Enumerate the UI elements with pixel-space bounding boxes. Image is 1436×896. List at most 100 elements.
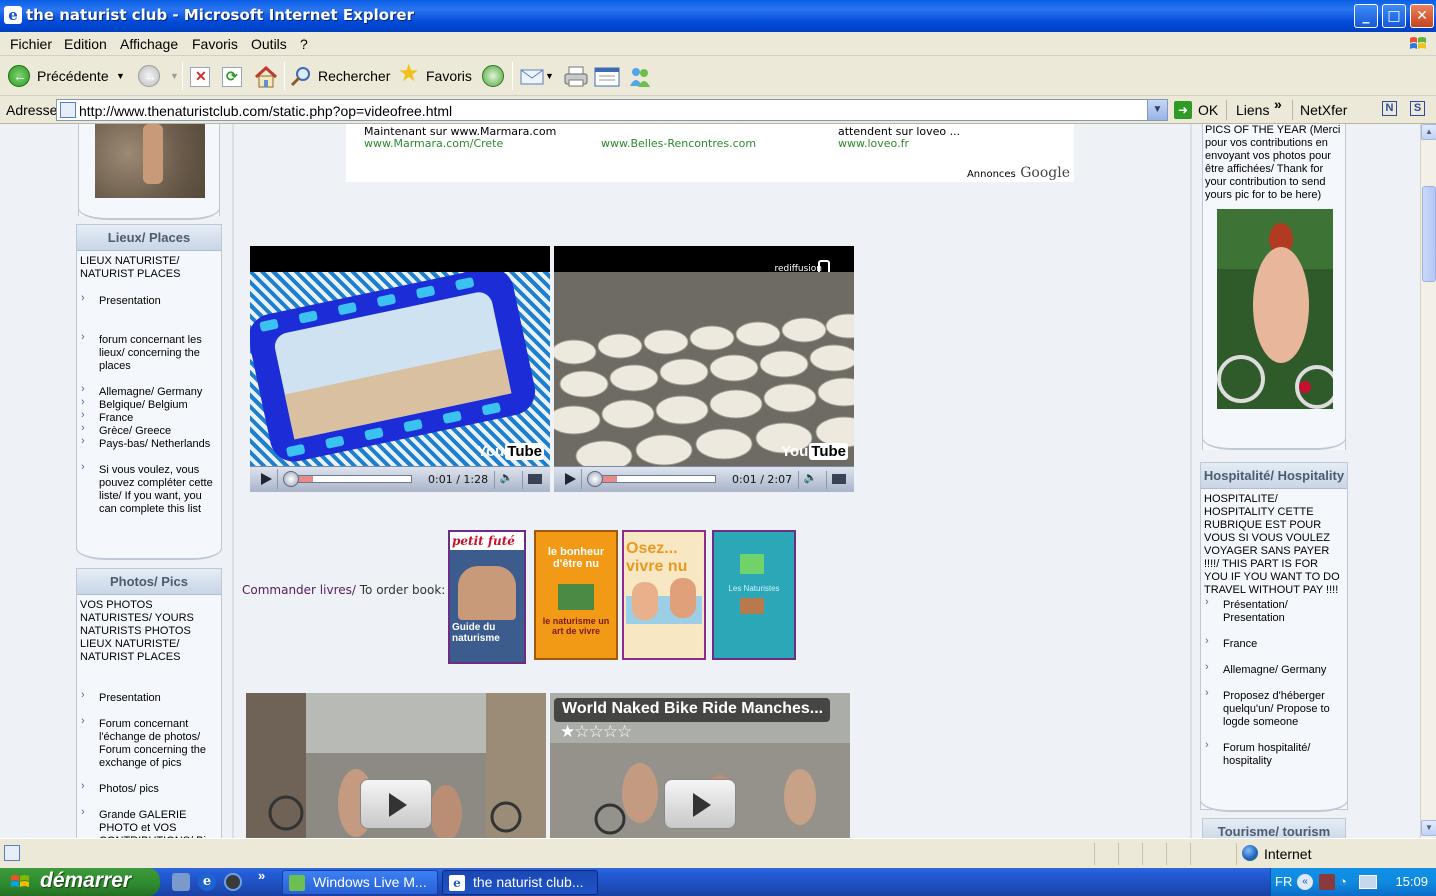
scroll-up-icon[interactable]: ▲ — [1421, 124, 1436, 140]
quicklaunch-chevron-icon[interactable]: » — [258, 868, 265, 883]
forward-dropdown-icon[interactable]: ▼ — [170, 64, 179, 88]
address-dropdown-icon[interactable]: ▼ — [1147, 100, 1167, 120]
places-item-belgium[interactable]: Belgique/ Belgium — [80, 396, 218, 412]
page-viewport: Lieux/ Places LIEUX NATURISTE/ NATURIST … — [0, 124, 1420, 838]
go-arrow-icon[interactable]: ➜ — [1174, 101, 1192, 119]
places-item-netherlands[interactable]: Pays-bas/ Netherlands — [80, 435, 218, 451]
quicklaunch-desktop-icon[interactable] — [172, 873, 190, 891]
video-4-title[interactable]: World Naked Bike Ride Manches... — [562, 700, 823, 718]
tourism-box: Tourisme/ tourism — [1202, 818, 1346, 838]
minimize-button[interactable]: _ — [1354, 4, 1378, 28]
video-player-1[interactable]: You Tube 0:01 / 1:28 🔈 — [250, 246, 550, 492]
video-thumbnail-4[interactable]: World Naked Bike Ride Manches... ★☆☆☆☆ — [550, 693, 850, 838]
tourism-title[interactable]: Tourisme/ tourism — [1203, 819, 1345, 838]
start-button[interactable]: démarrer — [0, 868, 160, 896]
tray-network-icon[interactable]: ◔ — [1339, 874, 1355, 890]
photos-item-gallery[interactable]: Grande GALERIE PHOTO et VOS CONTRIBUTION… — [80, 806, 218, 838]
quicklaunch-ie-icon[interactable]: e — [198, 873, 216, 891]
places-title: Lieux/ Places — [77, 225, 221, 251]
close-button[interactable]: ✕ — [1410, 4, 1434, 28]
video-4-rating-stars-icon[interactable]: ★☆☆☆☆ — [560, 722, 632, 742]
video-2-play-button[interactable] — [556, 469, 582, 489]
go-button[interactable]: OK — [1198, 102, 1218, 118]
clock[interactable]: 15:09 — [1395, 874, 1428, 889]
book-bonheur-etre-nu[interactable]: le bonheur d'être nu le naturisme un art… — [534, 530, 618, 660]
book-les-naturistes[interactable]: Les Naturistes — [712, 530, 796, 660]
address-bar: Adresse http://www.thenaturistclub.com/s… — [0, 96, 1436, 124]
hospitality-item-forum[interactable]: Forum hospitalité/ hospitality — [1204, 739, 1344, 768]
places-intro: LIEUX NATURISTE/ NATURIST PLACES — [80, 255, 181, 280]
photos-item-pics[interactable]: Photos/ pics — [80, 780, 218, 796]
page-icon — [60, 102, 76, 118]
maximize-button[interactable]: □ — [1382, 4, 1406, 28]
video-2-fullscreen-button[interactable] — [826, 471, 850, 489]
scroll-down-icon[interactable]: ▼ — [1421, 820, 1436, 836]
quicklaunch-media-player-icon[interactable] — [224, 873, 242, 891]
video-1-time: 0:01 / 1:28 — [428, 473, 489, 486]
internet-explorer-icon[interactable]: e — [4, 6, 22, 24]
video-3-play-button[interactable] — [360, 779, 432, 829]
ads-by-google[interactable]: Annonces Google — [967, 164, 1070, 182]
address-url[interactable]: http://www.thenaturistclub.com/static.ph… — [79, 103, 452, 119]
netxfer-button[interactable]: NetXfer — [1300, 102, 1347, 118]
youtube-logo-2: You Tube — [781, 443, 848, 460]
address-field[interactable]: http://www.thenaturistclub.com/static.ph… — [56, 99, 1168, 121]
ad-belles-rencontres[interactable]: www.Belles-Rencontres.com — [601, 126, 756, 150]
mail-dropdown-icon[interactable]: ▼ — [545, 64, 554, 88]
tray-app-icon[interactable] — [1319, 874, 1335, 890]
n-icon[interactable]: N — [1382, 101, 1397, 116]
video-player-2[interactable]: rediffusion You Tube 0:01 / 2:07 🔈 — [554, 246, 854, 492]
photos-item-presentation[interactable]: Presentation — [80, 689, 218, 705]
video-4-play-button[interactable] — [664, 779, 736, 829]
windows-live-icon — [289, 875, 305, 891]
menu-help[interactable]: ? — [300, 36, 308, 52]
ad-marmara[interactable]: Maintenant sur www.Marmara.com www.Marma… — [364, 126, 556, 150]
video-2-volume-icon[interactable]: 🔈 — [798, 471, 822, 489]
tray-display-icon[interactable] — [1359, 875, 1377, 889]
book-osez-vivre-nu[interactable]: Osez... vivre nu — [622, 530, 706, 660]
vertical-scrollbar[interactable]: ▲ ▼ — [1420, 124, 1436, 838]
scroll-thumb[interactable] — [1422, 186, 1436, 282]
s-icon[interactable]: S — [1410, 101, 1425, 116]
history-icon — [482, 65, 504, 87]
video-thumbnail-3[interactable] — [246, 693, 546, 838]
beach-photo[interactable] — [95, 124, 205, 198]
hospitality-item-germany[interactable]: Allemagne/ Germany — [1204, 661, 1344, 677]
video-2-progress-bar[interactable] — [590, 475, 716, 483]
menu-favoris[interactable]: Favoris — [192, 36, 238, 52]
tray-chevron-icon[interactable]: « — [1297, 874, 1313, 890]
hospitality-item-propose[interactable]: Proposez d'héberger quelqu'un/ Propose t… — [1204, 687, 1344, 729]
links-label[interactable]: Liens — [1236, 102, 1269, 118]
video-1-scrubber[interactable] — [283, 471, 299, 487]
task-naturist-club[interactable]: e the naturist club... — [442, 870, 598, 895]
language-indicator[interactable]: FR — [1275, 874, 1292, 889]
photos-item-forum[interactable]: Forum concernant l'échange de photos/ Fo… — [80, 715, 218, 770]
hospitality-item-presentation[interactable]: Présentation/ Presentation — [1204, 596, 1344, 625]
places-item-greece[interactable]: Grèce/ Greece — [80, 422, 218, 438]
places-item-germany[interactable]: Allemagne/ Germany — [80, 383, 218, 399]
search-icon — [290, 67, 310, 87]
hospitality-box: Hospitalité/ Hospitality HOSPITALITE/ HO… — [1200, 462, 1348, 810]
book-petit-fute[interactable]: petit futé Guide du naturisme — [448, 530, 526, 664]
menu-affichage[interactable]: Affichage — [120, 36, 178, 52]
menu-outils[interactable]: Outils — [251, 36, 287, 52]
places-item-forum[interactable]: forum concernant les lieux/ concerning t… — [80, 331, 218, 373]
hospitality-item-france[interactable]: France — [1204, 635, 1344, 651]
ad-loveo[interactable]: attendent sur loveo ... www.loveo.fr — [838, 126, 960, 150]
video-1-volume-icon[interactable]: 🔈 — [494, 471, 518, 489]
google-ads: Maintenant sur www.Marmara.com www.Marma… — [346, 124, 1074, 182]
links-chevron-icon[interactable]: » — [1274, 96, 1282, 112]
menu-edition[interactable]: Edition — [64, 36, 107, 52]
back-dropdown-icon[interactable]: ▼ — [116, 64, 125, 88]
video-2-scrubber[interactable] — [587, 471, 603, 487]
menu-fichier[interactable]: Fichier — [10, 36, 52, 52]
places-item-france[interactable]: France — [80, 409, 218, 425]
video-1-progress-bar[interactable] — [286, 475, 412, 483]
task-windows-live[interactable]: Windows Live M... — [282, 870, 438, 895]
pic-of-year-photo[interactable] — [1217, 209, 1333, 409]
edit-page-icon — [594, 67, 620, 87]
video-1-play-button[interactable] — [252, 469, 278, 489]
places-item-complete-list[interactable]: Si vous voulez, vous pouvez compléter ce… — [80, 461, 218, 516]
places-item-presentation[interactable]: Presentation — [80, 292, 218, 308]
video-1-fullscreen-button[interactable] — [522, 471, 546, 489]
